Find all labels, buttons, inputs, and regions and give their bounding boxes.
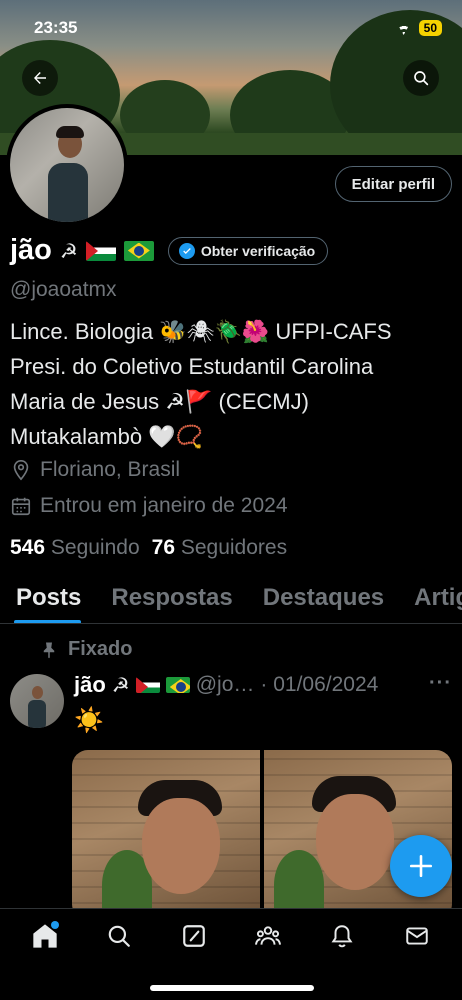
location-pin-icon bbox=[13, 460, 29, 481]
post-more-button[interactable]: ··· bbox=[429, 672, 452, 695]
plus-icon bbox=[409, 854, 433, 878]
status-bar: 23:35 50 bbox=[0, 14, 462, 42]
join-date-text: Entrou em janeiro de 2024 bbox=[40, 494, 288, 517]
grok-icon bbox=[182, 925, 205, 947]
calendar-icon bbox=[11, 497, 31, 516]
post-author-name[interactable]: jão bbox=[74, 672, 106, 698]
tab-posts[interactable]: Posts bbox=[0, 578, 95, 623]
followers-label: Seguidores bbox=[180, 536, 288, 559]
post-author-avatar[interactable] bbox=[10, 674, 64, 728]
search-icon bbox=[414, 71, 429, 86]
search-button[interactable] bbox=[403, 60, 439, 96]
tab-highlights[interactable]: Destaques bbox=[247, 578, 398, 623]
post-date: · 01/06/2024 bbox=[260, 673, 379, 696]
nav-communities[interactable] bbox=[248, 921, 288, 951]
post-header: jão ☭ @jo… · 01/06/2024 bbox=[74, 672, 454, 698]
profile-handle: @joaoatmx bbox=[10, 278, 117, 301]
bio-line: Maria de Jesus ☭🚩 (CECMJ) bbox=[10, 389, 309, 414]
pin-icon bbox=[43, 642, 55, 658]
pinned-indicator: Fixado bbox=[40, 638, 132, 661]
profile-location: Floriano, Brasil bbox=[10, 458, 180, 482]
hammer-sickle-emoji: ☭ bbox=[111, 673, 130, 697]
followers-count: 76 bbox=[151, 536, 175, 559]
post-media[interactable] bbox=[72, 750, 452, 920]
tab-replies[interactable]: Respostas bbox=[95, 578, 246, 623]
post-photo[interactable] bbox=[72, 750, 260, 920]
pinned-label: Fixado bbox=[68, 638, 133, 660]
profile-name-row: jão ☭ Obter verificação bbox=[10, 234, 329, 267]
bottom-navigation bbox=[0, 908, 462, 1000]
display-name: jão bbox=[10, 234, 52, 266]
bell-icon bbox=[331, 925, 353, 948]
profile-join-date: Entrou em janeiro de 2024 bbox=[10, 494, 288, 518]
nav-grok[interactable] bbox=[174, 921, 214, 951]
post-text: ☀️ bbox=[74, 707, 104, 734]
following-label: Seguindo bbox=[50, 536, 140, 559]
nav-messages[interactable] bbox=[397, 921, 437, 951]
bio-line: Presi. do Coletivo Estudantil Carolina bbox=[10, 354, 374, 379]
battery-indicator: 50 bbox=[418, 20, 442, 36]
palestine-flag-icon bbox=[135, 677, 160, 693]
followers-link[interactable]: 76 Seguidores bbox=[152, 536, 287, 560]
hammer-sickle-emoji: ☭ bbox=[59, 238, 78, 263]
verified-badge-icon bbox=[178, 242, 195, 259]
post-author-handle: @jo… bbox=[195, 673, 255, 696]
palestine-flag-icon bbox=[85, 240, 116, 261]
nav-notifications[interactable] bbox=[322, 921, 362, 951]
arrow-left-icon bbox=[34, 72, 46, 84]
home-indicator bbox=[150, 985, 314, 991]
search-icon bbox=[109, 925, 131, 947]
get-verified-label: Obter verificação bbox=[200, 242, 316, 259]
profile-bio: Lince. Biologia 🐝🕷🪲🌺 UFPI-CAFS Presi. do… bbox=[10, 314, 455, 454]
edit-profile-button[interactable]: Editar perfil bbox=[334, 166, 452, 202]
nav-search[interactable] bbox=[99, 921, 139, 951]
profile-tabs: Posts Respostas Destaques Artigos bbox=[0, 578, 462, 624]
follow-stats: 546 Seguindo 76 Seguidores bbox=[10, 536, 287, 560]
brazil-flag-icon bbox=[123, 240, 154, 261]
bio-line: Lince. Biologia 🐝🕷🪲🌺 UFPI-CAFS bbox=[10, 319, 392, 344]
compose-button[interactable] bbox=[390, 835, 452, 897]
get-verified-button[interactable]: Obter verificação bbox=[167, 236, 329, 265]
profile-avatar[interactable] bbox=[6, 104, 128, 226]
following-link[interactable]: 546 Seguindo bbox=[10, 536, 140, 560]
communities-icon bbox=[255, 926, 282, 945]
back-button[interactable] bbox=[22, 60, 58, 96]
nav-home[interactable] bbox=[25, 921, 65, 951]
following-count: 546 bbox=[10, 536, 46, 559]
wifi-icon bbox=[395, 21, 413, 35]
status-time: 23:35 bbox=[34, 18, 78, 37]
bio-line: Mutakalambò 🤍📿 bbox=[10, 424, 203, 449]
tab-articles[interactable]: Artigos bbox=[398, 578, 462, 623]
mail-icon bbox=[406, 927, 428, 945]
location-text: Floriano, Brasil bbox=[40, 458, 181, 481]
brazil-flag-icon bbox=[165, 677, 190, 693]
